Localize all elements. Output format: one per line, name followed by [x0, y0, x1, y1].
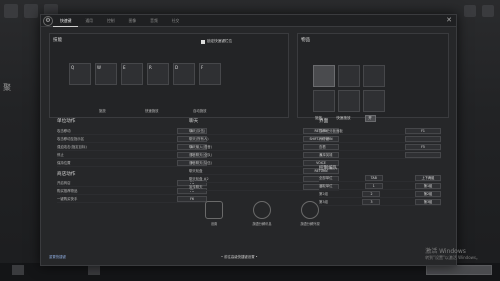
item-slot[interactable]	[313, 90, 335, 112]
lock-checkbox[interactable]	[201, 39, 205, 44]
items-title: 物品	[301, 38, 311, 43]
hotkey-row[interactable]: 强迫攻击(指定目标) A	[57, 143, 207, 151]
chat-bubble-icon	[205, 201, 223, 219]
windows-activation-watermark: 激活 Windows 转到"设置"以激活 Windows。	[425, 248, 480, 260]
hotkey-row[interactable]: 显示记分板面板 F1	[319, 127, 441, 135]
game-bottom-slot[interactable]	[88, 265, 100, 275]
unit-actions-list: 攻击移动 A 攻击移动至指示区 强迫攻击(指定目标) A 停止 S 保持位置 H	[57, 127, 207, 167]
game-icon[interactable]	[482, 5, 494, 17]
hotkey-row[interactable]: 攻击移动至指示区	[57, 135, 207, 143]
game-top-right-icons	[464, 5, 494, 17]
chat-list: 聊天(队伍) RETURN 聊天(所有人) SHIFT-RETURN 聊天输入(语音…	[189, 127, 339, 191]
item-slots	[313, 65, 385, 112]
lock-hotkeys-row[interactable]: 锁定快速键栏位	[201, 39, 232, 44]
advanced-hotkeys-link[interactable]: • 前往高级快捷键设置 •	[221, 254, 258, 259]
skill-slot[interactable]: E	[121, 63, 143, 85]
hotkey-row[interactable]: 查看 F5	[319, 143, 441, 151]
game-icon[interactable]	[4, 4, 18, 18]
hotkey-row[interactable]: 保持位置 H	[57, 159, 207, 167]
skills-title: 技能	[53, 38, 63, 43]
hotkey-row[interactable]: 语音聊天(全队) N	[189, 151, 339, 159]
skill-slot[interactable]: F	[199, 63, 221, 85]
auto-cast-label: 自动施放	[193, 109, 207, 113]
game-side-text: 聚	[3, 83, 11, 92]
lock-label: 锁定快速键栏位	[207, 39, 233, 43]
tab-hotkeys[interactable]: 快速键	[53, 15, 79, 27]
hotkey-row[interactable]: 计分板	[319, 135, 441, 143]
tab-social[interactable]: 社交	[165, 15, 187, 27]
hotkey-row[interactable]: 开启商店 F4	[57, 179, 207, 187]
hotkey-row[interactable]: 购买推荐物品 F5	[57, 187, 207, 195]
interface-title: 界面	[319, 119, 329, 124]
skill-slot[interactable]: W	[95, 63, 117, 85]
emote-wheel-button[interactable]: 旗语分解外观	[295, 201, 325, 226]
radial-buttons: 设置 旗语分解讯息 旗语分解外观	[199, 201, 325, 226]
hotkey-row[interactable]: 选取单位 1 第1组	[319, 182, 441, 190]
skill-slot[interactable]: D	[173, 63, 195, 85]
hotkey-row[interactable]: 聊天(所有人) SHIFT-RETURN	[189, 135, 339, 143]
game-bottom-button[interactable]	[426, 265, 492, 275]
quick-cast-label: 快速施放	[145, 109, 159, 113]
item-slot[interactable]	[363, 90, 385, 112]
settings-dialog: ⚙ 快速键 通用 控制 图像 音频 社交 ✕ 技能 锁定快速键栏位 Q W E …	[40, 14, 457, 266]
item-slot[interactable]	[363, 65, 385, 87]
interface-list: 显示记分板面板 F1 计分板 查看 F5 选择英雄	[319, 127, 441, 159]
tab-general[interactable]: 通用	[78, 15, 100, 27]
control-groups-list: 全部单位 TAB 上下两组 选取单位 1 第1组 第2组 2 第2组 第3组 3 第3组	[319, 174, 441, 206]
hotkey-row[interactable]: 语音聊天(队伍) VOICE	[189, 159, 339, 167]
tab-video[interactable]: 图像	[122, 15, 144, 27]
reset-hotkeys-link[interactable]: 重置快捷键	[49, 254, 66, 259]
hotkey-row[interactable]: 停止 S	[57, 151, 207, 159]
tab-controls[interactable]: 控制	[100, 15, 122, 27]
hotkey-row[interactable]: 聊天轮盘 RETURN	[189, 167, 339, 175]
game-bottom-slot[interactable]	[12, 265, 24, 275]
hotkey-row[interactable]: 第2组 2 第2组	[319, 190, 441, 198]
close-icon[interactable]: ✕	[446, 16, 452, 24]
gear-icon	[253, 201, 271, 219]
game-icon[interactable]	[24, 4, 38, 18]
hotkey-row[interactable]: 聊天(队伍) RETURN	[189, 127, 339, 135]
hotkey-row[interactable]: 聊天轮盘 #2	[189, 175, 339, 183]
cast-label: 施放	[99, 109, 106, 113]
hotkey-row[interactable]: 第3组 3 第3组	[319, 198, 441, 206]
control-groups-title: 控制编队	[319, 166, 338, 171]
hotkey-row[interactable]: 全部单位 TAB 上下两组	[319, 174, 441, 182]
skill-slots: Q W E R D F	[69, 63, 221, 85]
skill-slot[interactable]: R	[147, 63, 169, 85]
tab-audio[interactable]: 音频	[143, 15, 165, 27]
hotkey-row[interactable]: 宣传聊天 Y	[189, 183, 339, 191]
gear-icon[interactable]: ⚙	[43, 15, 53, 26]
item-slot[interactable]	[313, 65, 335, 87]
item-slot[interactable]	[338, 90, 360, 112]
chat-wheel-button[interactable]: 设置	[199, 201, 229, 226]
item-quick-cast-label: 快速施放	[336, 116, 351, 120]
gear-icon	[301, 201, 319, 219]
tab-bar: ⚙ 快速键 通用 控制 图像 音频 社交 ✕	[41, 15, 456, 27]
unit-actions-title: 单位动作	[57, 119, 76, 124]
shop-actions-title: 商店动作	[57, 172, 76, 177]
skill-slot[interactable]: Q	[69, 63, 91, 85]
hotkey-row[interactable]: 选择英雄	[319, 151, 441, 159]
game-icon[interactable]	[464, 5, 476, 17]
shop-actions-list: 开启商店 F4 购买推荐物品 F5 一键购买快手 F6	[57, 179, 207, 203]
hotkey-row[interactable]: 聊天输入(语音)	[189, 143, 339, 151]
hotkey-row[interactable]: 一键购买快手 F6	[57, 195, 207, 203]
spray-wheel-button[interactable]: 旗语分解讯息	[247, 201, 277, 226]
hotkey-row[interactable]: 攻击移动 A	[57, 127, 207, 135]
item-mode-toggle[interactable]: 开	[364, 115, 376, 122]
chat-title: 聊天	[189, 119, 199, 124]
item-slot[interactable]	[338, 65, 360, 87]
